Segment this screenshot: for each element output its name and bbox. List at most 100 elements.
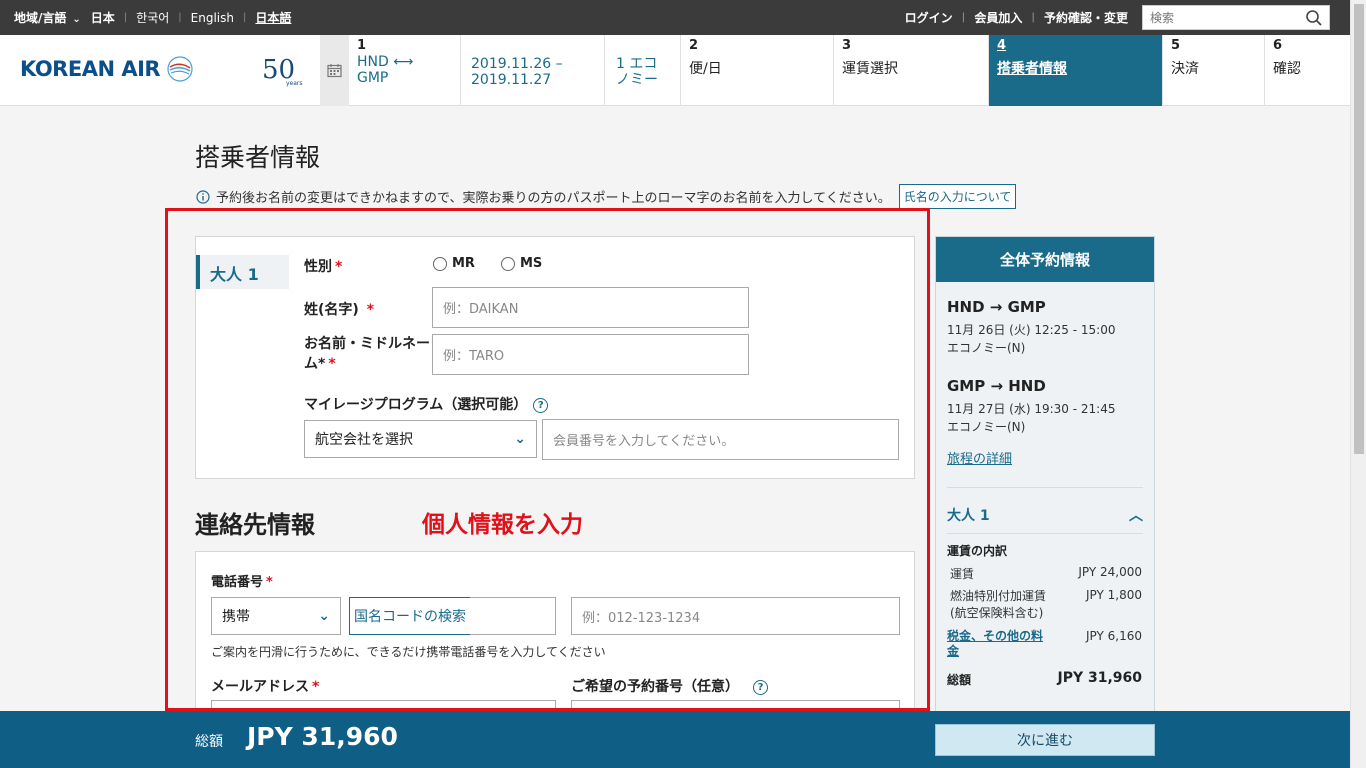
airline-select-value: 航空会社を選択 — [315, 432, 413, 448]
radio-circle — [433, 256, 447, 271]
divider: | — [178, 12, 182, 23]
gender-mr-radio[interactable]: MR — [433, 256, 475, 271]
help-icon[interactable]: ? — [753, 679, 768, 695]
divider — [947, 487, 1143, 488]
contact-form-card: 電話番号 * 携帯 ⌄ 国名コードの検索 例：012-123-1234 ご案内を円滑… — [195, 551, 915, 738]
scrollbar-thumb[interactable] — [1354, 4, 1364, 454]
step-route-line2: GMP — [357, 70, 389, 86]
adult-fare-toggle[interactable]: 大人 1 — [947, 505, 990, 525]
anniversary-logo: 50 years — [262, 53, 308, 89]
taeguk-logo-icon — [167, 56, 193, 82]
bottom-total-value: JPY 31,960 — [247, 722, 398, 751]
leg1-time: 11月 26日 (火) 12:25 - 15:00 — [947, 323, 1116, 337]
chevron-down-icon: ⌄ — [514, 431, 526, 447]
surname-input[interactable]: 例：DAIKAN — [432, 287, 749, 328]
logo-text: KOREAN AIR — [20, 57, 161, 81]
phone-hint: ご案内を円滑に行うために、できるだけ携帯電話番号を入力してください — [211, 645, 606, 659]
required-mark: * — [335, 259, 343, 275]
join-link[interactable]: 会員加入 — [974, 9, 1022, 26]
given-name-input[interactable]: 例：TARO — [432, 334, 749, 375]
divider: | — [123, 12, 128, 23]
phone-number-input[interactable]: 例：012-123-1234 — [571, 597, 900, 635]
lang-english-link[interactable]: English — [191, 11, 234, 25]
korean-air-logo[interactable]: KOREAN AIR — [20, 53, 194, 85]
step-1-route[interactable]: 1 HND ⟷ GMP — [349, 35, 461, 106]
fare-value: JPY 24,000 — [1078, 565, 1142, 579]
fuel-label-line2: (航空保険料含む) — [950, 606, 1044, 620]
page-title: 搭乗者情報 — [195, 143, 321, 172]
itinerary-details-link[interactable]: 旅程の詳細 — [947, 448, 1012, 467]
step-4-passenger-info[interactable]: 4 搭乗者情報 — [989, 35, 1163, 106]
step-number: 5 — [1171, 38, 1181, 53]
next-button[interactable]: 次に進む — [935, 724, 1155, 756]
passenger-form-card: 大人 1 性別 * MR MS 姓(名字) * 例：DAIKAN お名前・ミドルネー… — [195, 236, 915, 479]
country-link[interactable]: 日本 — [91, 9, 115, 26]
given-name-label-line2: ム* — [304, 356, 326, 372]
gender-ms-radio[interactable]: MS — [501, 256, 542, 271]
surname-label-text: 姓(名字) — [304, 302, 359, 318]
divider — [947, 533, 1143, 534]
preferred-pnr-label-text: ご希望の予約番号（任意） — [571, 679, 739, 695]
region-language-label: 地域/言語 — [14, 11, 67, 25]
step-2-flights[interactable]: 2 便/日 — [681, 35, 834, 106]
step-5-payment[interactable]: 5 決済 — [1163, 35, 1265, 106]
country-code-search-button[interactable]: 国名コードの検索 — [349, 597, 471, 635]
booking-summary-panel: 全体予約情報 HND → GMP 11月 26日 (火) 12:25 - 15:… — [935, 236, 1155, 716]
region-language-menu[interactable]: 地域/言語 ⌄ — [14, 9, 81, 26]
fare-breakdown-label: 運賃の内訳 — [947, 544, 1008, 558]
step-number: 3 — [842, 38, 852, 53]
bottom-total-bar: 総額 JPY 31,960 次に進む — [0, 711, 1350, 768]
step-label: 搭乗者情報 — [997, 61, 1067, 77]
chevron-down-icon: ⌄ — [72, 14, 81, 25]
chevron-up-icon[interactable]: ︿ — [1129, 505, 1143, 525]
divider: | — [961, 12, 966, 23]
leg2-route: GMP → HND — [947, 377, 1046, 395]
step-number: 4 — [997, 38, 1007, 53]
member-number-input[interactable]: 会員番号を入力してください。 — [542, 419, 899, 460]
summary-total-label: 総額 — [947, 673, 972, 687]
notice-text: 予約後お名前の変更はできかねますので、実際お乗りの方のパスポート上のローマ字のお… — [216, 191, 891, 206]
anniversary-sub: years — [286, 80, 303, 87]
divider: | — [243, 12, 247, 23]
tax-value: JPY 6,160 — [1085, 629, 1142, 643]
top-utility-bar: 地域/言語 ⌄ 日本 | 한국어 | English | 日本語 ログイン | 会… — [0, 0, 1350, 35]
step-number: 1 — [357, 38, 367, 53]
divider: | — [1031, 12, 1035, 23]
chevron-down-icon: ⌄ — [318, 608, 330, 624]
fuel-surcharge-value: JPY 1,800 — [1085, 588, 1142, 602]
given-name-label: お名前・ミドルネー ム* * — [304, 334, 430, 374]
search-input[interactable] — [1143, 6, 1293, 29]
lang-korean-link[interactable]: 한국어 — [136, 9, 169, 26]
help-icon[interactable]: ? — [533, 397, 549, 413]
step-label: 運賃選択 — [842, 61, 898, 77]
step-label: 決済 — [1171, 61, 1199, 77]
calendar-icon[interactable] — [320, 35, 349, 106]
step-1-dates[interactable]: 2019.11.26 – 2019.11.27 — [461, 35, 605, 106]
step-route-line1: HND ⟷ — [357, 54, 414, 70]
account-links: ログイン | 会員加入 | 予約確認・変更 — [905, 0, 1128, 35]
tax-details-link[interactable]: 税金、その他の料金 — [947, 629, 1043, 659]
step-3-fare[interactable]: 3 運賃選択 — [834, 35, 989, 106]
step-dates-line2: 2019.11.27 — [471, 72, 552, 88]
lang-japanese-link[interactable]: 日本語 — [255, 9, 291, 26]
preferred-pnr-label: ご希望の予約番号（任意）? — [571, 676, 768, 696]
required-mark: * — [366, 302, 375, 318]
name-input-help-button[interactable]: 氏名の入力について — [898, 184, 1017, 209]
step-6-confirm[interactable]: 6 確認 — [1265, 35, 1350, 106]
step-1-passengers[interactable]: 1 エコ ノミー — [605, 35, 681, 106]
locale-selector: 地域/言語 ⌄ 日本 | 한국어 | English | 日本語 — [14, 0, 291, 35]
phone-type-value: 携帯 — [222, 609, 250, 625]
search-icon[interactable] — [1305, 9, 1323, 27]
airline-select[interactable]: 航空会社を選択 ⌄ — [304, 420, 537, 458]
passenger-tab-adult-1[interactable]: 大人 1 — [196, 255, 289, 289]
manage-booking-link[interactable]: 予約確認・変更 — [1044, 9, 1128, 26]
mileage-program-label-text: マイレージプログラム（選択可能） — [304, 397, 528, 413]
country-code-input[interactable] — [470, 597, 556, 635]
surname-label: 姓(名字) * — [304, 299, 374, 319]
phone-type-select[interactable]: 携帯 ⌄ — [211, 597, 341, 635]
vertical-scrollbar[interactable] — [1350, 0, 1366, 768]
radio-circle — [501, 256, 515, 271]
login-link[interactable]: ログイン — [905, 9, 953, 26]
given-name-label-line1: お名前・ミドルネー — [304, 336, 430, 352]
gender-label: 性別 * — [304, 256, 342, 276]
